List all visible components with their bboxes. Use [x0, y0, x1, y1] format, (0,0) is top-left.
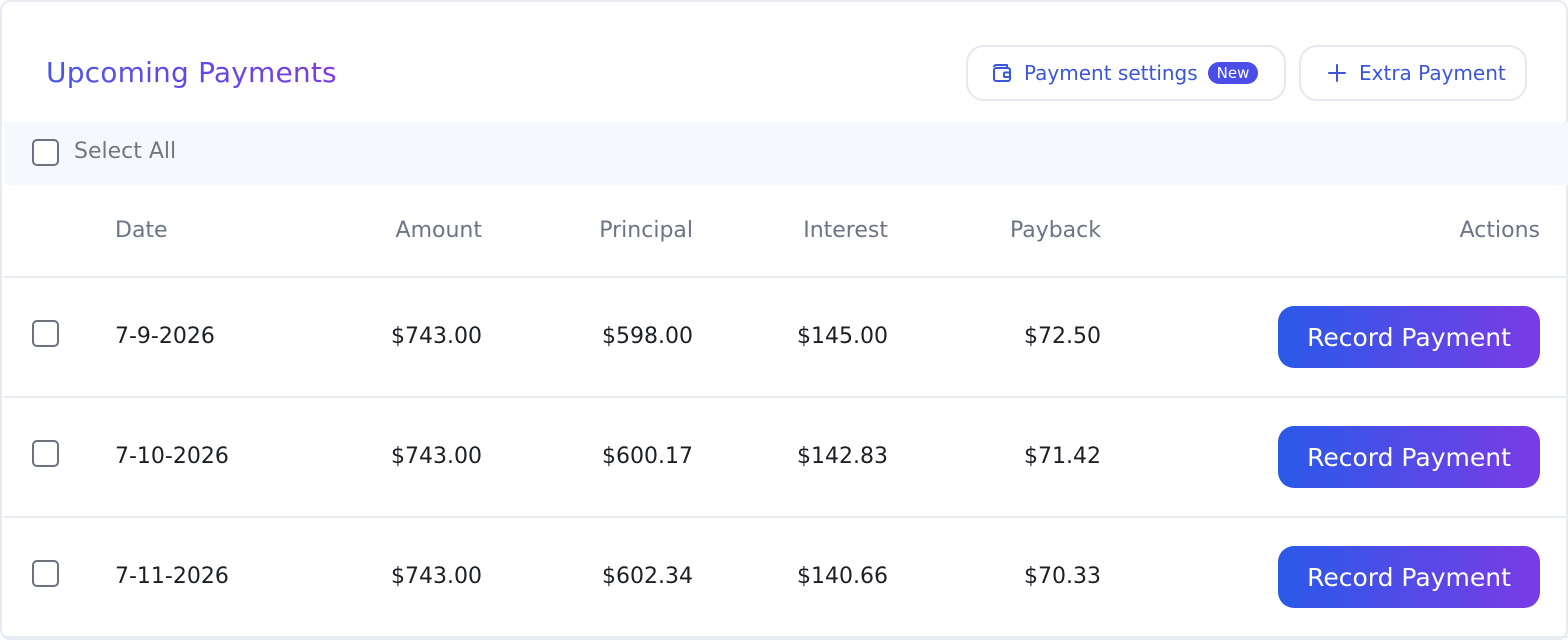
table-header: Date Amount Principal Interest Payback A… — [4, 186, 1568, 278]
table-row: 7-9-2026 $743.00 $598.00 $145.00 $72.50 … — [4, 278, 1568, 398]
record-payment-button[interactable]: Record Payment — [1278, 426, 1540, 488]
row-amount: $743.00 — [391, 444, 482, 469]
table-row: 7-10-2026 $743.00 $600.17 $142.83 $71.42… — [4, 398, 1568, 518]
column-header-amount: Amount — [395, 218, 482, 243]
row-payback: $72.50 — [1024, 324, 1101, 349]
record-payment-button[interactable]: Record Payment — [1278, 306, 1540, 368]
new-badge: New — [1207, 62, 1259, 84]
row-payback: $70.33 — [1024, 564, 1101, 589]
column-header-interest: Interest — [803, 218, 888, 243]
payment-settings-label: Payment settings — [1024, 61, 1198, 85]
page-title: Upcoming Payments — [46, 56, 337, 89]
row-principal: $602.34 — [602, 564, 693, 589]
plus-icon — [1325, 61, 1349, 85]
row-checkbox[interactable] — [32, 560, 59, 587]
row-principal: $600.17 — [602, 444, 693, 469]
extra-payment-button[interactable]: Extra Payment — [1299, 45, 1527, 101]
select-all-label: Select All — [74, 139, 177, 164]
row-date: 7-10-2026 — [115, 444, 229, 469]
row-checkbox[interactable] — [32, 320, 59, 347]
record-payment-button[interactable]: Record Payment — [1278, 546, 1540, 608]
row-amount: $743.00 — [391, 564, 482, 589]
wallet-icon — [990, 61, 1014, 85]
column-header-actions: Actions — [1459, 218, 1540, 243]
extra-payment-label: Extra Payment — [1359, 61, 1506, 85]
row-amount: $743.00 — [391, 324, 482, 349]
column-header-payback: Payback — [1009, 218, 1101, 243]
upcoming-payments-card: Upcoming Payments Payment settings New E… — [0, 0, 1568, 640]
row-interest: $140.66 — [797, 564, 888, 589]
select-all-bar: Select All — [4, 122, 1568, 185]
column-header-date: Date — [115, 218, 168, 243]
row-date: 7-11-2026 — [115, 564, 229, 589]
row-interest: $142.83 — [797, 444, 888, 469]
row-checkbox[interactable] — [32, 440, 59, 467]
column-header-principal: Principal — [599, 218, 693, 243]
table-row: 7-11-2026 $743.00 $602.34 $140.66 $70.33… — [4, 518, 1568, 638]
payment-settings-button[interactable]: Payment settings New — [966, 45, 1286, 101]
row-payback: $71.42 — [1024, 444, 1101, 469]
row-date: 7-9-2026 — [115, 324, 215, 349]
row-interest: $145.00 — [797, 324, 888, 349]
select-all-checkbox[interactable] — [32, 139, 59, 166]
row-principal: $598.00 — [602, 324, 693, 349]
